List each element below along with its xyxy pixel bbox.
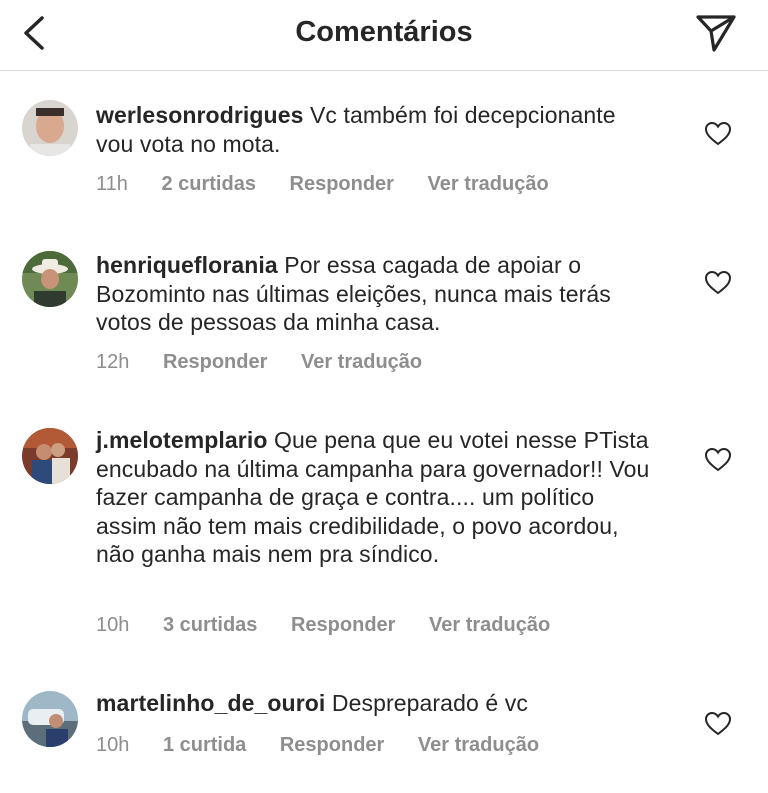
- like-button[interactable]: [704, 447, 732, 473]
- comment-text: Despreparado é vc: [331, 690, 528, 716]
- comment-username[interactable]: henriqueflorania: [96, 252, 278, 278]
- share-button[interactable]: [694, 12, 738, 54]
- comment-username[interactable]: martelinho_de_ouroi: [96, 690, 325, 716]
- comment-time: 10h: [96, 614, 130, 636]
- heart-icon: [704, 711, 732, 736]
- comment-meta: 10h 1 curtida Responder Ver tradução: [96, 734, 567, 757]
- like-button[interactable]: [704, 270, 732, 296]
- header: Comentários: [0, 0, 768, 71]
- like-button[interactable]: [704, 121, 732, 147]
- comment-username[interactable]: j.melotemplario: [96, 427, 267, 453]
- reply-button[interactable]: Responder: [280, 734, 384, 756]
- like-button[interactable]: [704, 711, 732, 737]
- paper-plane-icon: [696, 15, 736, 52]
- comment-meta: 12h Responder Ver tradução: [96, 351, 450, 374]
- translate-button[interactable]: Ver tradução: [301, 351, 422, 373]
- heart-icon: [704, 121, 732, 146]
- reply-button[interactable]: Responder: [163, 351, 267, 373]
- avatar[interactable]: [22, 251, 78, 307]
- avatar[interactable]: [22, 691, 78, 747]
- comment-time: 11h: [96, 173, 128, 195]
- comment-time: 12h: [96, 351, 130, 373]
- avatar[interactable]: [22, 428, 78, 484]
- likes-count[interactable]: 3 curtidas: [163, 614, 257, 636]
- reply-button[interactable]: Responder: [290, 173, 394, 195]
- comment-meta: 10h 3 curtidas Responder Ver tradução: [96, 614, 578, 637]
- comment-meta: 11h 2 curtidas Responder Ver tradução: [96, 173, 577, 196]
- comment-time: 10h: [96, 734, 130, 756]
- page-title: Comentários: [295, 16, 473, 48]
- heart-icon: [704, 447, 732, 472]
- likes-count[interactable]: 2 curtidas: [161, 173, 255, 195]
- translate-button[interactable]: Ver tradução: [429, 614, 550, 636]
- comment-username[interactable]: werlesonrodrigues: [96, 102, 303, 128]
- translate-button[interactable]: Ver tradução: [418, 734, 539, 756]
- likes-count[interactable]: 1 curtida: [163, 734, 246, 756]
- reply-button[interactable]: Responder: [291, 614, 395, 636]
- heart-icon: [704, 270, 732, 295]
- translate-button[interactable]: Ver tradução: [428, 173, 549, 195]
- avatar[interactable]: [22, 100, 78, 156]
